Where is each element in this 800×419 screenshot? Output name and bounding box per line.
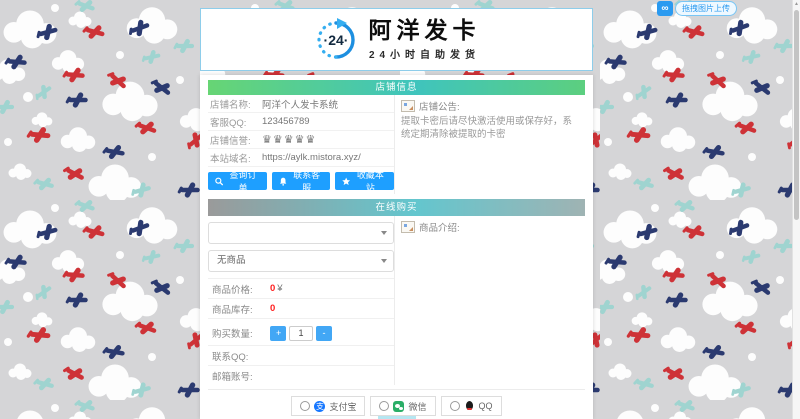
stock-row: 商品库存: 0 — [208, 299, 394, 318]
broken-image-icon — [401, 221, 415, 233]
browser-scrollbar[interactable]: ▲ — [792, 0, 800, 419]
contact-service-button[interactable]: 联系客服 — [271, 170, 331, 193]
price-currency: ¥ — [277, 283, 283, 294]
bell-icon — [279, 177, 287, 186]
brand-title: 阿洋发卡 — [368, 17, 481, 44]
qq-pay-label: QQ — [478, 401, 493, 411]
brand-tagline: 24小时自助发货 — [368, 49, 481, 61]
product-intro-header: 商品介绍: — [401, 220, 579, 234]
chevron-down-icon — [381, 231, 387, 235]
shop-notice-text: 提取卡密后请尽快激活使用或保存好，系统定期清除被提取的卡密 — [401, 116, 573, 140]
price-label: 商品价格: — [212, 284, 253, 296]
purchase-title: 在线购买 — [208, 199, 585, 216]
shop-notice-label: 店铺公告: — [419, 102, 460, 113]
payment-option-qq[interactable]: QQ — [440, 396, 502, 416]
site-domain-label: 本站域名: — [210, 153, 251, 165]
search-icon — [215, 177, 224, 186]
star-icon — [342, 177, 351, 185]
contact-qq-label: 联系QQ: — [212, 351, 249, 363]
page: ▲ ∞ 拖拽图片上传 ·24· 阿洋发卡 24小时自助发货 店铺信息 店铺名称: — [0, 0, 800, 419]
upload-extension-icon[interactable]: ∞ — [657, 1, 673, 16]
service-qq-label: 客服QQ: — [210, 117, 247, 129]
service-qq-value: 123456789 — [262, 116, 310, 127]
purchase-panel: 在线购买 无商品 商品价格: 0 ¥ 商品库存: 0 购买数量: + 1 - 联… — [208, 199, 585, 419]
quantity-label: 购买数量: — [212, 329, 253, 340]
site-header: ·24· 阿洋发卡 24小时自助发货 — [200, 8, 593, 71]
query-order-button[interactable]: 查询订单 — [208, 170, 267, 193]
contact-qq-input[interactable] — [270, 347, 394, 364]
radio-unchecked-icon[interactable] — [379, 401, 390, 411]
stock-label: 商品库存: — [212, 304, 253, 316]
product-select-value: 无商品 — [217, 255, 246, 266]
shop-name-label: 店铺名称: — [210, 99, 251, 111]
price-value: 0 — [270, 283, 276, 294]
radio-unchecked-icon[interactable] — [300, 401, 311, 411]
alipay-label: 支付宝 — [329, 401, 357, 412]
payment-method-bar: 支 支付宝 微信 QQ — [208, 389, 585, 419]
email-input[interactable] — [270, 367, 394, 384]
shop-info-title: 店铺信息 — [208, 80, 585, 95]
main-container: 店铺信息 店铺名称: 阿洋个人发卡系统 客服QQ: 123456789 店铺信誉… — [200, 75, 593, 419]
qq-penguin-icon — [464, 400, 475, 412]
alipay-icon: 支 — [314, 400, 326, 412]
drag-upload-widget[interactable]: ∞ 拖拽图片上传 — [657, 1, 737, 16]
drag-upload-label[interactable]: 拖拽图片上传 — [675, 1, 737, 16]
site-domain-row: 本站域名: https://aylk.mistora.xyz/ — [208, 149, 394, 167]
price-row: 商品价格: 0 ¥ — [208, 279, 394, 299]
svg-text:·24·: ·24· — [323, 32, 348, 48]
scrollbar-thumb[interactable] — [794, 10, 799, 220]
category-select[interactable] — [208, 222, 394, 244]
radio-unchecked-icon[interactable] — [449, 401, 460, 411]
shop-name-row: 店铺名称: 阿洋个人发卡系统 — [208, 95, 394, 113]
service-qq-row: 客服QQ: 123456789 — [208, 113, 394, 131]
chevron-down-icon — [381, 259, 387, 263]
bookmark-site-label: 收藏本站 — [356, 170, 384, 193]
query-order-label: 查询订单 — [229, 170, 257, 193]
quantity-row: 购买数量: + - — [208, 321, 394, 345]
shop-name-value: 阿洋个人发卡系统 — [262, 99, 339, 111]
shop-rating-row: 店铺信誉: ♛♛♛♛♛ — [208, 131, 394, 149]
shop-notice-header: 店铺公告: — [401, 99, 579, 113]
product-intro-label: 商品介绍: — [419, 223, 460, 234]
clock-24-logo-icon: ·24· — [316, 17, 355, 59]
quantity-input[interactable] — [289, 325, 313, 341]
payment-option-wechat[interactable]: 微信 — [370, 396, 436, 416]
quantity-minus-button[interactable]: - — [316, 325, 332, 341]
contact-qq-row: 联系QQ: — [208, 346, 394, 366]
contact-box: 联系QQ: 邮箱账号: — [208, 345, 394, 385]
wechat-label: 微信 — [408, 401, 427, 412]
shop-rating-label: 店铺信誉: — [210, 135, 251, 147]
payment-option-alipay[interactable]: 支 支付宝 — [291, 396, 366, 416]
broken-image-icon — [401, 100, 415, 112]
rating-crown-icons: ♛♛♛♛♛ — [262, 134, 317, 146]
shop-info-panel: 店铺信息 店铺名称: 阿洋个人发卡系统 客服QQ: 123456789 店铺信誉… — [208, 80, 585, 194]
brand-text-block: 阿洋发卡 24小时自助发货 — [369, 18, 481, 60]
email-label: 邮箱账号: — [212, 371, 253, 383]
contact-service-label: 联系客服 — [293, 170, 321, 193]
wechat-icon — [393, 400, 405, 412]
site-domain-link[interactable]: https://aylk.mistora.xyz/ — [262, 152, 361, 163]
bookmark-site-button[interactable]: 收藏本站 — [335, 170, 395, 193]
scrollbar-up-icon[interactable]: ▲ — [793, 0, 800, 8]
email-row: 邮箱账号: — [208, 366, 394, 385]
stock-value: 0 — [270, 303, 276, 314]
quantity-plus-button[interactable]: + — [270, 325, 286, 341]
price-stock-box: 商品价格: 0 ¥ 商品库存: 0 — [208, 278, 394, 319]
product-select[interactable]: 无商品 — [208, 250, 394, 272]
